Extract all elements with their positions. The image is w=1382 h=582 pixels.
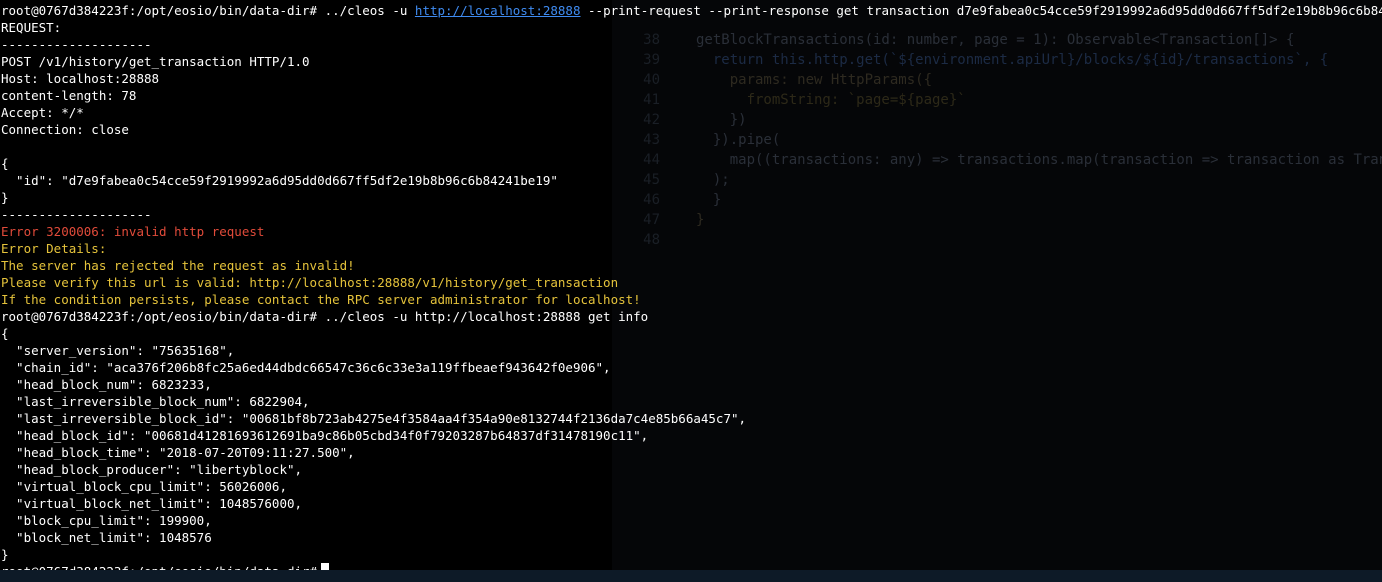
command-text: ../cleos -u	[317, 3, 415, 18]
prompt: root@0767d384223f:/opt/eosio/bin/data-di…	[1, 3, 318, 18]
error-detail-line: If the condition persists, please contac…	[1, 292, 641, 307]
terminal-output[interactable]: root@0767d384223f:/opt/eosio/bin/data-di…	[1, 2, 1382, 580]
info-output-line: "chain_id": "aca376f206b8fc25a6ed44dbdc6…	[1, 360, 611, 375]
json-brace: {	[1, 156, 9, 171]
info-output-line: "head_block_num": 6823233,	[1, 377, 212, 392]
command-text: --print-request --print-response get tra…	[580, 3, 1382, 18]
request-header: REQUEST:	[1, 20, 62, 35]
error-details-label: Error Details:	[1, 241, 107, 256]
connection-header: Connection: close	[1, 122, 129, 137]
prompt: root@0767d384223f:/opt/eosio/bin/data-di…	[1, 309, 318, 324]
info-output-line: "block_net_limit": 1048576	[1, 530, 212, 545]
url-link[interactable]: http://localhost:28888	[415, 3, 581, 18]
info-output-line: "virtual_block_cpu_limit": 56026006,	[1, 479, 287, 494]
accept-header: Accept: */*	[1, 105, 84, 120]
command-line: root@0767d384223f:/opt/eosio/bin/data-di…	[1, 308, 1371, 325]
error-message: Error 3200006: invalid http request	[1, 224, 265, 239]
info-output-line: "virtual_block_net_limit": 1048576000,	[1, 496, 303, 511]
host-header: Host: localhost:28888	[1, 71, 160, 86]
info-output-line: "head_block_producer": "libertyblock",	[1, 462, 303, 477]
json-brace: }	[1, 190, 9, 205]
request-body-id: "id": "d7e9fabea0c54cce59f2919992a6d95dd…	[1, 173, 558, 188]
info-output-line: "head_block_time": "2018-07-20T09:11:27.…	[1, 445, 355, 460]
separator: --------------------	[1, 207, 152, 222]
command-text: ../cleos -u http://localhost:28888 get i…	[317, 309, 649, 324]
command-line: root@0767d384223f:/opt/eosio/bin/data-di…	[1, 2, 1382, 19]
bottom-strip	[0, 570, 1382, 582]
separator: --------------------	[1, 37, 152, 52]
info-output-line: "head_block_id": "00681d41281693612691ba…	[1, 428, 649, 443]
error-detail-line: The server has rejected the request as i…	[1, 258, 355, 273]
content-length-header: content-length: 78	[1, 88, 137, 103]
info-output-line: "server_version": "75635168",	[1, 343, 235, 358]
request-line: POST /v1/history/get_transaction HTTP/1.…	[1, 54, 310, 69]
info-output-line: "last_irreversible_block_id": "00681bf8b…	[1, 411, 747, 426]
info-output-line: "block_cpu_limit": 199900,	[1, 513, 212, 528]
info-output-line: }	[1, 547, 9, 562]
info-output-line: "last_irreversible_block_num": 6822904,	[1, 394, 310, 409]
info-output-line: {	[1, 326, 9, 341]
error-detail-line: Please verify this url is valid: http://…	[1, 275, 619, 290]
